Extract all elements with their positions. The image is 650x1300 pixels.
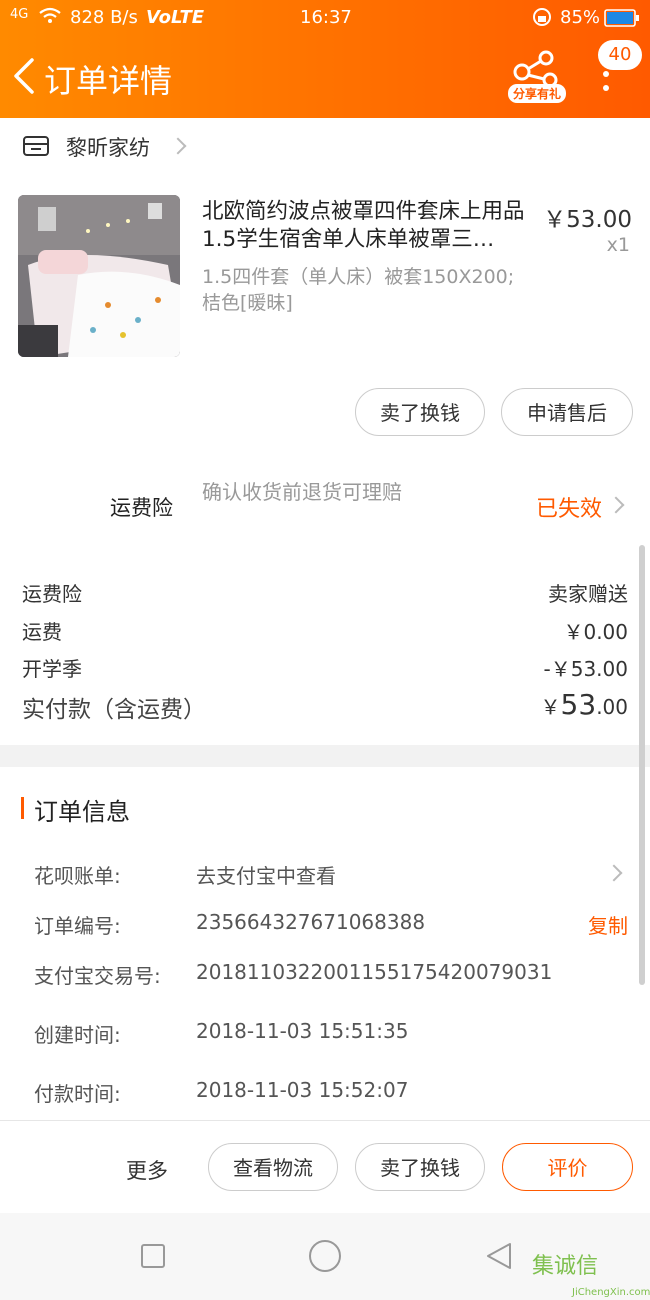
more-actions-button[interactable]: 更多 [126, 1155, 168, 1185]
shop-icon [22, 134, 50, 158]
signal-indicator: 4G [10, 7, 29, 22]
total-paid-label: 实付款（含运费） [22, 697, 206, 723]
total-paid-value: ￥53.00 [541, 688, 628, 721]
recent-apps-icon[interactable] [140, 1243, 166, 1273]
cost-label: 开学季 [22, 657, 82, 681]
more-menu-icon[interactable] [600, 70, 612, 94]
bottom-action-bar: 更多 查看物流 卖了换钱 评价 [0, 1120, 650, 1213]
product-title[interactable]: 北欧简约波点被罩四件套床上用品1.5学生宿舍单人床单被罩三… [202, 198, 536, 254]
share-gift-label[interactable]: 分享有礼 [508, 84, 567, 103]
shop-name-link[interactable]: 黎昕家纺 [66, 132, 150, 162]
header-bar: 4G 828 B/s VoLTE 16:37 85% 订单详情 分享有礼 40 [0, 0, 650, 118]
order-number: 235664327671068388 [196, 910, 426, 934]
cost-value: ￥0.00 [563, 620, 628, 644]
product-quantity: x1 [606, 234, 630, 256]
scrollbar[interactable] [639, 545, 645, 985]
order-info-title: 订单信息 [34, 798, 130, 826]
wifi-icon [38, 7, 62, 30]
message-count-badge[interactable]: 40 [598, 40, 642, 70]
page-title: 订单详情 [44, 62, 173, 100]
view-logistics-button[interactable]: 查看物流 [208, 1143, 338, 1191]
copy-order-number-button[interactable]: 复制 [588, 910, 628, 939]
info-label: 付款时间: [34, 1082, 121, 1106]
cost-label: 运费 [22, 620, 62, 644]
volte-label: VoLTE [146, 7, 205, 28]
status-bar: 4G 828 B/s VoLTE 16:37 85% [0, 0, 650, 36]
info-label: 订单编号: [34, 914, 121, 938]
network-speed: 828 B/s [70, 7, 138, 28]
chevron-right-icon [169, 137, 187, 155]
info-label: 支付宝交易号: [34, 964, 161, 988]
info-label: 创建时间: [34, 1023, 121, 1047]
section-accent-bar [21, 797, 24, 819]
watermark-logo: 集诚信 [532, 1254, 599, 1279]
currency-symbol: ￥ [540, 695, 561, 719]
sell-for-cash-button[interactable]: 卖了换钱 [355, 1143, 485, 1191]
chevron-right-icon [607, 496, 625, 514]
clock: 16:37 [300, 7, 352, 28]
watermark-url: JiChengXin.com [572, 1287, 650, 1298]
product-image[interactable] [18, 195, 180, 357]
insurance-status[interactable]: 已失效 [536, 491, 602, 523]
cost-label: 运费险 [22, 582, 82, 606]
huabei-bill-link[interactable]: 去支付宝中查看 [196, 860, 336, 889]
cost-value: 卖家赠送 [548, 582, 628, 606]
cost-value: -￥53.00 [543, 657, 628, 681]
back-nav-icon[interactable] [484, 1241, 514, 1275]
total-integer: 53 [560, 688, 597, 721]
info-label: 花呗账单: [34, 864, 121, 888]
apply-after-sales-button[interactable]: 申请售后 [501, 388, 633, 436]
shipping-insurance-label: 运费险 [110, 496, 173, 520]
lock-rotation-icon [532, 7, 552, 32]
alipay-transaction-number: 2018110322001155175420079031 [196, 960, 553, 984]
battery-percent: 85% [560, 7, 601, 28]
paid-time: 2018-11-03 15:52:07 [196, 1078, 409, 1102]
product-price: ￥53.00 [543, 207, 632, 233]
chevron-right-icon [605, 864, 623, 882]
product-sku: 1.5四件套（单人床）被套150X200;桔色[暖昧] [202, 266, 515, 314]
total-decimal: .00 [596, 695, 628, 719]
sell-for-cash-button[interactable]: 卖了换钱 [355, 388, 485, 436]
section-divider [0, 745, 650, 767]
home-icon[interactable] [308, 1239, 342, 1277]
battery-icon [604, 9, 640, 32]
back-icon[interactable] [12, 58, 48, 94]
review-button[interactable]: 评价 [502, 1143, 633, 1191]
shipping-insurance-desc: 确认收货前退货可理赔 [202, 480, 402, 504]
created-time: 2018-11-03 15:51:35 [196, 1019, 409, 1043]
